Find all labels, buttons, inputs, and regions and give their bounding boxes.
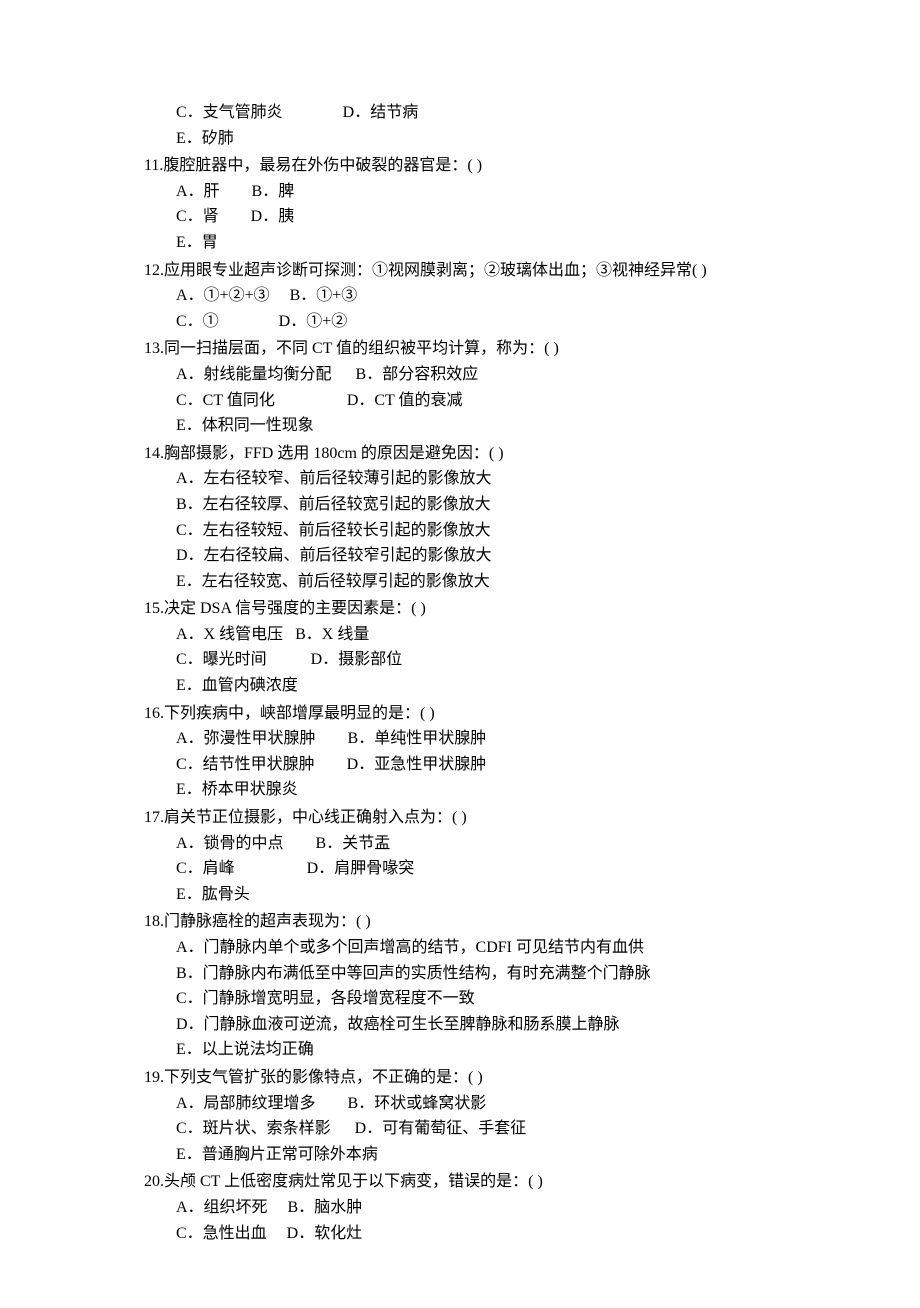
question-block: 18.门静脉癌栓的超声表现为：( )A．门静脉内单个或多个回声增高的结节，CDF… <box>140 909 780 1063</box>
option-line: A．X 线管电压 B．X 线量 <box>176 622 780 648</box>
options-block: A．门静脉内单个或多个回声增高的结节，CDFI 可见结节内有血供B．门静脉内布满… <box>176 935 780 1063</box>
question-block: 17.肩关节正位摄影，中心线正确射入点为：( )A．锁骨的中点 B．关节盂C．肩… <box>140 805 780 907</box>
question-block: 19.下列支气管扩张的影像特点，不正确的是：( )A．局部肺纹理增多 B．环状或… <box>140 1065 780 1167</box>
option-line: C．CT 值同化 D．CT 值的衰减 <box>176 388 780 414</box>
question-stem: 16.下列疾病中，峡部增厚最明显的是：( ) <box>144 701 780 727</box>
options-block: A．肝 B．脾C．肾 D．胰E．胃 <box>176 179 780 256</box>
option-line: D．左右径较扁、前后径较窄引起的影像放大 <box>176 543 780 569</box>
option-line: B．门静脉内布满低至中等回声的实质性结构，有时充满整个门静脉 <box>176 961 780 987</box>
question-stem: 11.腹腔脏器中，最易在外伤中破裂的器官是：( ) <box>144 153 780 179</box>
exam-document: C．支气管肺炎 D．结节病E．矽肺11.腹腔脏器中，最易在外伤中破裂的器官是：(… <box>140 100 780 1246</box>
option-line: E．肱骨头 <box>176 882 780 908</box>
question-stem: 15.决定 DSA 信号强度的主要因素是：( ) <box>144 596 780 622</box>
options-block: C．支气管肺炎 D．结节病E．矽肺 <box>176 100 780 151</box>
question-block: 12.应用眼专业超声诊断可探测：①视网膜剥离；②玻璃体出血；③视神经异常( )A… <box>140 258 780 335</box>
question-block: 20.头颅 CT 上低密度病灶常见于以下病变，错误的是：( )A．组织坏死 B．… <box>140 1169 780 1246</box>
question-number: 13. <box>144 340 164 357</box>
option-line: E．以上说法均正确 <box>176 1037 780 1063</box>
question-block: 16.下列疾病中，峡部增厚最明显的是：( )A．弥漫性甲状腺肿 B．单纯性甲状腺… <box>140 701 780 803</box>
option-line: A．弥漫性甲状腺肿 B．单纯性甲状腺肿 <box>176 726 780 752</box>
question-number: 17. <box>144 809 164 826</box>
option-line: C．肾 D．胰 <box>176 204 780 230</box>
question-text: 应用眼专业超声诊断可探测：①视网膜剥离；②玻璃体出血；③视神经异常( ) <box>164 262 707 279</box>
question-block: 13.同一扫描层面，不同 CT 值的组织被平均计算，称为：( )A．射线能量均衡… <box>140 336 780 438</box>
option-line: D．门静脉血液可逆流，故癌栓可生长至脾静脉和肠系膜上静脉 <box>176 1012 780 1038</box>
question-number: 11. <box>144 157 163 174</box>
question-text: 腹腔脏器中，最易在外伤中破裂的器官是：( ) <box>163 157 482 174</box>
option-line: C．① D．①+② <box>176 309 780 335</box>
question-text: 肩关节正位摄影，中心线正确射入点为：( ) <box>164 809 467 826</box>
option-line: C．肩峰 D．肩胛骨喙突 <box>176 856 780 882</box>
question-text: 下列疾病中，峡部增厚最明显的是：( ) <box>164 705 435 722</box>
option-line: A．左右径较窄、前后径较薄引起的影像放大 <box>176 466 780 492</box>
question-block: 15.决定 DSA 信号强度的主要因素是：( )A．X 线管电压 B．X 线量C… <box>140 596 780 698</box>
question-block: C．支气管肺炎 D．结节病E．矽肺 <box>140 100 780 151</box>
options-block: A．锁骨的中点 B．关节盂C．肩峰 D．肩胛骨喙突E．肱骨头 <box>176 831 780 908</box>
option-line: A．局部肺纹理增多 B．环状或蜂窝状影 <box>176 1091 780 1117</box>
question-stem: 14.胸部摄影，FFD 选用 180cm 的原因是避免因：( ) <box>144 441 780 467</box>
option-line: E．左右径较宽、前后径较厚引起的影像放大 <box>176 569 780 595</box>
option-line: E．桥本甲状腺炎 <box>176 777 780 803</box>
option-line: A．肝 B．脾 <box>176 179 780 205</box>
question-stem: 13.同一扫描层面，不同 CT 值的组织被平均计算，称为：( ) <box>144 336 780 362</box>
option-line: A．组织坏死 B．脑水肿 <box>176 1195 780 1221</box>
question-block: 11.腹腔脏器中，最易在外伤中破裂的器官是：( )A．肝 B．脾C．肾 D．胰E… <box>140 153 780 255</box>
option-line: C．急性出血 D．软化灶 <box>176 1221 780 1247</box>
option-line: A．①+②+③ B．①+③ <box>176 283 780 309</box>
question-block: 14.胸部摄影，FFD 选用 180cm 的原因是避免因：( )A．左右径较窄、… <box>140 441 780 595</box>
option-line: E．胃 <box>176 230 780 256</box>
question-stem: 19.下列支气管扩张的影像特点，不正确的是：( ) <box>144 1065 780 1091</box>
question-stem: 12.应用眼专业超声诊断可探测：①视网膜剥离；②玻璃体出血；③视神经异常( ) <box>144 258 780 284</box>
question-stem: 18.门静脉癌栓的超声表现为：( ) <box>144 909 780 935</box>
option-line: C．曝光时间 D．摄影部位 <box>176 647 780 673</box>
option-line: A．射线能量均衡分配 B．部分容积效应 <box>176 362 780 388</box>
option-line: A．门静脉内单个或多个回声增高的结节，CDFI 可见结节内有血供 <box>176 935 780 961</box>
options-block: A．弥漫性甲状腺肿 B．单纯性甲状腺肿C．结节性甲状腺肿 D．亚急性甲状腺肿E．… <box>176 726 780 803</box>
option-line: A．锁骨的中点 B．关节盂 <box>176 831 780 857</box>
question-number: 20. <box>144 1173 164 1190</box>
option-line: C．支气管肺炎 D．结节病 <box>176 100 780 126</box>
option-line: E．血管内碘浓度 <box>176 673 780 699</box>
option-line: E．矽肺 <box>176 126 780 152</box>
option-line: E．体积同一性现象 <box>176 413 780 439</box>
question-stem: 20.头颅 CT 上低密度病灶常见于以下病变，错误的是：( ) <box>144 1169 780 1195</box>
option-line: C．结节性甲状腺肿 D．亚急性甲状腺肿 <box>176 752 780 778</box>
option-line: C．斑片状、索条样影 D．可有葡萄征、手套征 <box>176 1116 780 1142</box>
options-block: A．X 线管电压 B．X 线量C．曝光时间 D．摄影部位E．血管内碘浓度 <box>176 622 780 699</box>
question-number: 12. <box>144 262 164 279</box>
question-number: 16. <box>144 705 164 722</box>
options-block: A．射线能量均衡分配 B．部分容积效应C．CT 值同化 D．CT 值的衰减E．体… <box>176 362 780 439</box>
question-stem: 17.肩关节正位摄影，中心线正确射入点为：( ) <box>144 805 780 831</box>
option-line: C．门静脉增宽明显，各段增宽程度不一致 <box>176 986 780 1012</box>
question-text: 同一扫描层面，不同 CT 值的组织被平均计算，称为：( ) <box>164 340 559 357</box>
options-block: A．组织坏死 B．脑水肿C．急性出血 D．软化灶 <box>176 1195 780 1246</box>
option-line: E．普通胸片正常可除外本病 <box>176 1142 780 1168</box>
options-block: A．局部肺纹理增多 B．环状或蜂窝状影C．斑片状、索条样影 D．可有葡萄征、手套… <box>176 1091 780 1168</box>
question-number: 19. <box>144 1069 164 1086</box>
question-text: 门静脉癌栓的超声表现为：( ) <box>164 913 371 930</box>
question-text: 下列支气管扩张的影像特点，不正确的是：( ) <box>164 1069 483 1086</box>
question-number: 18. <box>144 913 164 930</box>
question-number: 15. <box>144 600 164 617</box>
options-block: A．①+②+③ B．①+③C．① D．①+② <box>176 283 780 334</box>
option-line: C．左右径较短、前后径较长引起的影像放大 <box>176 518 780 544</box>
question-text: 头颅 CT 上低密度病灶常见于以下病变，错误的是：( ) <box>164 1173 543 1190</box>
question-text: 决定 DSA 信号强度的主要因素是：( ) <box>164 600 426 617</box>
option-line: B．左右径较厚、前后径较宽引起的影像放大 <box>176 492 780 518</box>
options-block: A．左右径较窄、前后径较薄引起的影像放大B．左右径较厚、前后径较宽引起的影像放大… <box>176 466 780 594</box>
question-text: 胸部摄影，FFD 选用 180cm 的原因是避免因：( ) <box>164 445 504 462</box>
question-number: 14. <box>144 445 164 462</box>
